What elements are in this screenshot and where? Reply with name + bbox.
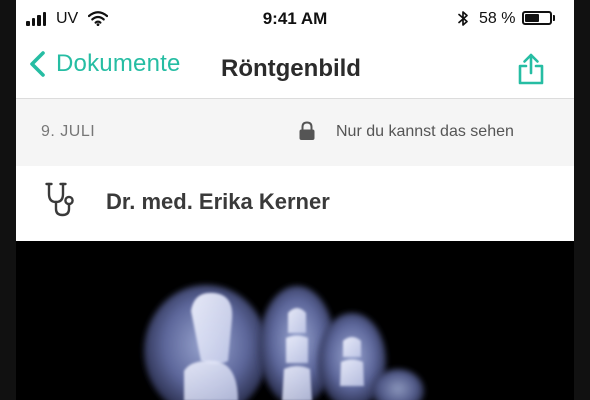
bluetooth-icon [458, 11, 468, 26]
status-bar: UV 9:41 AM 58 % [16, 0, 574, 38]
page-title: Röntgenbild [221, 55, 361, 82]
doctor-name: Dr. med. Erika Kerner [106, 189, 330, 214]
xray-foot-image [144, 285, 424, 400]
share-icon[interactable] [516, 52, 546, 86]
lock-icon [299, 121, 315, 140]
battery-nub [553, 15, 555, 21]
nav-bar: Dokumente Röntgenbild [16, 38, 574, 98]
app-screen: UV 9:41 AM 58 % Dokumente Röntgenbild 9.… [16, 0, 574, 400]
battery-percent: 58 % [479, 10, 516, 27]
xray-image[interactable] [16, 241, 574, 400]
doctor-row: Dr. med. Erika Kerner [16, 166, 574, 241]
battery-level [525, 14, 539, 22]
chevron-left-icon [30, 51, 45, 77]
toe-big [144, 285, 268, 400]
device-bezel-left [0, 0, 16, 400]
privacy-label: Nur du kannst das sehen [336, 123, 514, 140]
stethoscope-icon [45, 182, 74, 217]
phone-frame: UV 9:41 AM 58 % Dokumente Röntgenbild 9.… [0, 0, 590, 400]
back-button[interactable]: Dokumente [28, 50, 181, 78]
back-button-label: Dokumente [56, 50, 181, 77]
device-bezel-right [574, 0, 590, 400]
battery-icon [522, 11, 552, 25]
document-date: 9. JULI [41, 123, 96, 140]
document-meta-row: 9. JULI Nur du kannst das sehen [16, 98, 574, 168]
